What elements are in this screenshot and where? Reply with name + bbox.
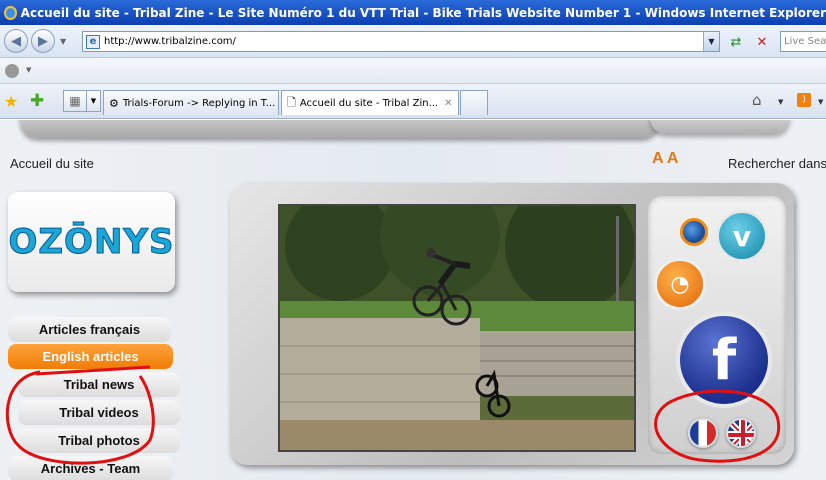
tab-accueil[interactable]: 🗋 Accueil du site - Tribal Zin... ✕ — [281, 90, 459, 115]
forward-button[interactable]: ▶ — [31, 29, 55, 53]
back-button[interactable]: ◀ — [4, 29, 28, 53]
annotation-overlay — [5, 365, 781, 465]
address-url[interactable]: http://www.tribalzine.com/ — [104, 36, 236, 47]
refresh-icon[interactable]: ⇄ — [726, 33, 746, 51]
home-icon[interactable]: ⌂ — [752, 91, 762, 109]
feeds-icon[interactable] — [5, 64, 19, 78]
rss-feed-icon[interactable]: ) — [797, 93, 811, 107]
tab-bar: ★ ✚ ▦ ▼ ⚙ Trials-Forum -> Replying in T.… — [0, 84, 826, 119]
window-titlebar: Accueil du site - Tribal Zine - Le Site … — [0, 0, 826, 25]
page-favicon-icon: e — [86, 34, 100, 49]
page-favicon-icon: 🗋 — [287, 95, 296, 109]
window-title: Accueil du site - Tribal Zine - Le Site … — [20, 5, 826, 20]
search-input[interactable]: Live Search — [780, 31, 826, 52]
web-page: Accueil du site A A Rechercher dans OZŌN… — [0, 120, 826, 480]
favorites-star-icon[interactable]: ★ — [4, 92, 18, 111]
tab-trials-forum[interactable]: ⚙ Trials-Forum -> Replying in T... — [103, 90, 279, 115]
address-toolbar: ◀ ▶ ▼ e http://www.tribalzine.com/ ▼ ⇄ ✕… — [0, 25, 826, 58]
command-bar: ▼ — [0, 58, 826, 84]
chevron-down-icon[interactable]: ▼ — [26, 66, 31, 74]
close-tab-icon[interactable]: ✕ — [444, 98, 452, 109]
red-circle-annotation — [654, 389, 781, 463]
red-underline-annotation — [35, 365, 151, 376]
internet-explorer-icon — [4, 5, 17, 20]
quick-tabs-button[interactable]: ▦ — [63, 90, 87, 112]
red-circle-annotation — [5, 370, 155, 465]
tab-label: Trials-Forum -> Replying in T... — [122, 97, 276, 109]
home-dropdown[interactable]: ▼ — [778, 98, 783, 106]
recent-pages-dropdown[interactable]: ▼ — [60, 37, 66, 46]
address-bar[interactable]: e http://www.tribalzine.com/ ▼ — [82, 31, 720, 52]
stop-icon[interactable]: ✕ — [752, 33, 772, 51]
tab-label: Accueil du site - Tribal Zin... — [299, 97, 439, 109]
loading-icon: ⚙ — [109, 96, 119, 110]
tab-list-dropdown[interactable]: ▼ — [87, 90, 101, 112]
add-favorite-icon[interactable]: ✚ — [30, 91, 44, 111]
feed-dropdown[interactable]: ▼ — [818, 98, 823, 106]
new-tab-button[interactable] — [460, 90, 488, 115]
address-dropdown[interactable]: ▼ — [703, 32, 719, 51]
